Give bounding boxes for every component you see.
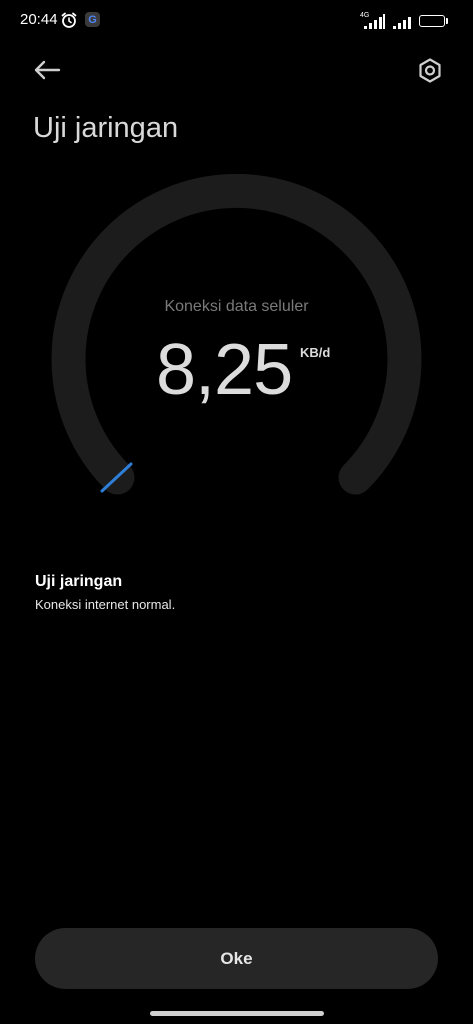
home-indicator[interactable] <box>150 1011 324 1016</box>
gauge-caption: Koneksi data seluler <box>164 298 309 315</box>
speed-value: 8,25 <box>156 330 293 410</box>
ok-button[interactable]: Oke <box>35 928 438 989</box>
speed-readout: 8,25 KB/d <box>0 326 473 416</box>
speed-gauge <box>51 173 422 495</box>
result-title: Uji jaringan <box>35 573 123 590</box>
result-text: Koneksi internet normal. <box>35 597 176 612</box>
speed-unit: KB/d <box>300 345 331 360</box>
